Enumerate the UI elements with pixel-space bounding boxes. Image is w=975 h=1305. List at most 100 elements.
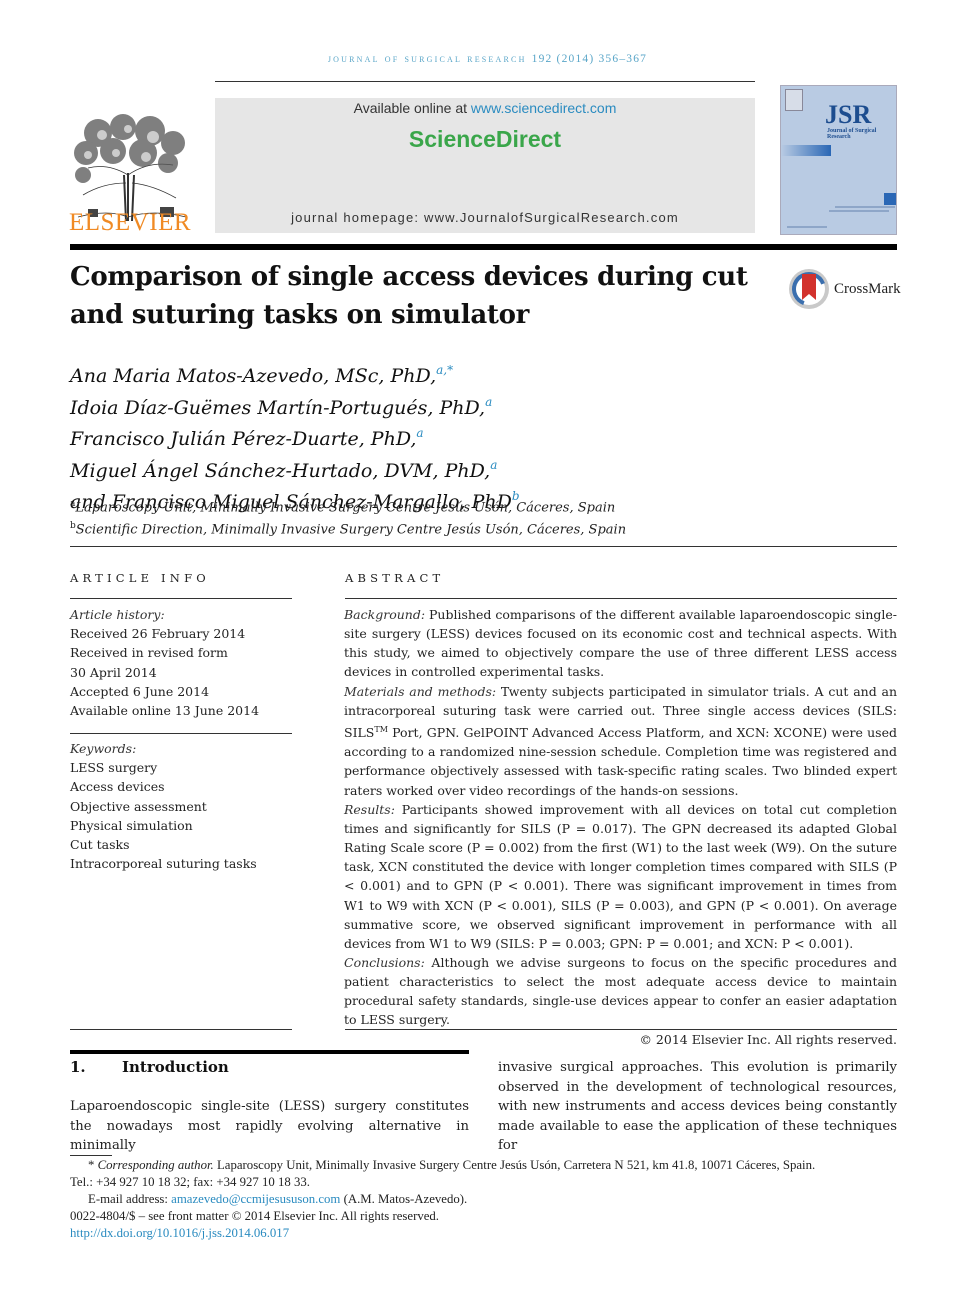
abstract-conclusions: Conclusions: Although we advise surgeons… bbox=[344, 953, 897, 1030]
keyword: Cut tasks bbox=[70, 837, 130, 853]
email-line: E-mail address: amazevedo@ccmijesususon.… bbox=[70, 1191, 900, 1208]
cover-journal-subtitle: Journal of Surgical Research bbox=[827, 128, 877, 140]
cover-fine-print bbox=[787, 226, 827, 228]
sciencedirect-link[interactable]: www.sciencedirect.com bbox=[471, 100, 617, 116]
author-affiliation-marker[interactable]: a bbox=[416, 426, 423, 440]
corresponding-author-note: * Corresponding author. Laparoscopy Unit… bbox=[70, 1157, 900, 1174]
cover-decoration-bar bbox=[781, 145, 831, 156]
abstract-section-text: Although we advise surgeons to focus on … bbox=[344, 954, 897, 1028]
keywords: Keywords: LESS surgery Access devices Ob… bbox=[70, 739, 292, 873]
crossmark-badge[interactable]: CrossMark bbox=[788, 268, 903, 312]
abstract-divider bbox=[345, 598, 897, 599]
abstract-body: Background: Published comparisons of the… bbox=[344, 605, 897, 1049]
introduction-text-right: invasive surgical approaches. This evolu… bbox=[498, 1060, 897, 1153]
email-link[interactable]: amazevedo@ccmijesususon.com bbox=[171, 1192, 340, 1206]
author-name: Miguel Ángel Sánchez-Hurtado, DVM, PhD, bbox=[70, 459, 491, 482]
history-item: Received in revised form bbox=[70, 645, 228, 661]
keyword: Intracorporeal suturing tasks bbox=[70, 856, 257, 872]
abstract-results: Results: Participants showed improvement… bbox=[344, 800, 897, 953]
running-header: JOURNAL OF SURGICAL RESEARCH 192 (2014) … bbox=[0, 53, 975, 65]
author-affiliation-marker[interactable]: a bbox=[490, 458, 497, 472]
footnote-rule bbox=[70, 1155, 112, 1156]
journal-citation: 192 (2014) 356–367 bbox=[531, 53, 648, 65]
author-list: Ana Maria Matos-Azevedo, MSc, PhD,a,* Id… bbox=[70, 358, 670, 516]
keyword: Physical simulation bbox=[70, 817, 193, 833]
corresponding-address: Laparoscopy Unit, Minimally Invasive Sur… bbox=[216, 1158, 816, 1172]
affiliation-text: Scientific Direction, Minimally Invasive… bbox=[75, 522, 627, 538]
journal-cover-thumbnail[interactable]: JSR Journal of Surgical Research bbox=[780, 85, 897, 235]
footnote-marker: * bbox=[88, 1158, 95, 1172]
journal-name: JOURNAL OF SURGICAL RESEARCH bbox=[327, 53, 527, 65]
keyword: LESS surgery bbox=[70, 760, 158, 776]
article-history-label: Article history: bbox=[70, 607, 165, 622]
front-matter: 0022-4804/$ – see front matter © 2014 El… bbox=[70, 1209, 440, 1223]
abstract-section-label: Results: bbox=[344, 801, 395, 817]
author: Ana Maria Matos-Azevedo, MSc, PhD,a,* bbox=[70, 358, 670, 390]
available-online-label: Available online at bbox=[353, 100, 467, 116]
cover-journal-abbrev: JSR bbox=[825, 100, 872, 129]
introduction-rule bbox=[70, 1050, 469, 1054]
affiliation: aLaparoscopy Unit, Minimally Invasive Su… bbox=[70, 495, 670, 517]
author: Francisco Julián Pérez-Duarte, PhD,a bbox=[70, 421, 670, 453]
section-title: Introduction bbox=[122, 1058, 229, 1076]
abstract-heading: ABSTRACT bbox=[345, 571, 445, 585]
history-item: 30 April 2014 bbox=[70, 664, 157, 680]
email-owner: (A.M. Matos-Azevedo). bbox=[343, 1192, 468, 1206]
cover-publisher-icon bbox=[785, 89, 803, 111]
introduction-heading: 1. Introduction bbox=[70, 1058, 469, 1076]
article-history: Article history: Received 26 February 20… bbox=[70, 605, 292, 720]
affiliation-text: Laparoscopy Unit, Minimally Invasive Sur… bbox=[75, 500, 616, 516]
article-info-divider bbox=[70, 1029, 292, 1030]
author: Idoia Díaz-Guëmes Martín-Portugués, PhD,… bbox=[70, 390, 670, 422]
author-affiliation-marker[interactable]: a bbox=[485, 395, 492, 409]
author-name: Ana Maria Matos-Azevedo, MSc, PhD, bbox=[70, 365, 437, 387]
header-thick-divider bbox=[70, 244, 897, 250]
abstract-section-label: Background: bbox=[344, 607, 426, 622]
history-item: Received 26 February 2014 bbox=[70, 626, 246, 642]
keywords-label: Keywords: bbox=[70, 741, 137, 756]
author-name: Idoia Díaz-Guëmes Martín-Portugués, PhD, bbox=[70, 396, 486, 419]
abstract-methods: Materials and methods: Twenty subjects p… bbox=[344, 682, 897, 800]
section-divider bbox=[70, 546, 897, 547]
abstract-section-text: Participants showed improvement with all… bbox=[344, 801, 897, 951]
header-divider bbox=[215, 81, 755, 82]
elsevier-wordmark: ELSEVIER bbox=[68, 209, 192, 236]
journal-homepage[interactable]: journal homepage: www.JournalofSurgicalR… bbox=[215, 210, 755, 225]
affiliation-list: aLaparoscopy Unit, Minimally Invasive Su… bbox=[70, 495, 670, 540]
keyword: Objective assessment bbox=[70, 798, 207, 814]
cover-fine-print bbox=[829, 210, 889, 212]
crossmark-label: CrossMark bbox=[834, 281, 901, 297]
email-label: E-mail address: bbox=[88, 1192, 168, 1206]
history-item: Accepted 6 June 2014 bbox=[70, 683, 210, 699]
article-info-divider bbox=[70, 733, 292, 734]
article-info-divider bbox=[70, 598, 292, 599]
sciencedirect-banner: Available online at www.sciencedirect.co… bbox=[215, 98, 755, 233]
author-name: Francisco Julián Pérez-Duarte, PhD, bbox=[70, 428, 417, 450]
article-title: Comparison of single access devices duri… bbox=[70, 262, 748, 330]
abstract-background: Background: Published comparisons of the… bbox=[344, 605, 897, 682]
abstract-copyright: © 2014 Elsevier Inc. All rights reserved… bbox=[639, 1031, 897, 1047]
abstract-section-text: Published comparisons of the different a… bbox=[344, 607, 897, 680]
contact-phone: Tel.: +34 927 10 18 32; fax: +34 927 10 … bbox=[70, 1175, 310, 1189]
keyword: Access devices bbox=[70, 779, 165, 795]
abstract-section-label: Materials and methods: bbox=[344, 683, 497, 699]
author: Miguel Ángel Sánchez-Hurtado, DVM, PhD,a bbox=[70, 453, 670, 485]
crossmark-icon bbox=[789, 269, 829, 309]
sciencedirect-logo: ScienceDirect bbox=[408, 126, 562, 152]
affiliation: bScientific Direction, Minimally Invasiv… bbox=[70, 517, 670, 539]
corresponding-label: Corresponding author. bbox=[97, 1158, 214, 1172]
doi-link[interactable]: http://dx.doi.org/10.1016/j.jss.2014.06.… bbox=[70, 1226, 289, 1240]
abstract-section-text: Port, GPN. GelPOINT Advanced Access Plat… bbox=[344, 725, 897, 798]
introduction-text-left: Laparoendoscopic single-site (LESS) surg… bbox=[70, 1099, 469, 1153]
available-online-line: Available online at www.sciencedirect.co… bbox=[215, 100, 755, 116]
trademark-mark: TM bbox=[374, 724, 388, 734]
article-info-heading: ARTICLE INFO bbox=[70, 571, 210, 585]
history-item: Available online 13 June 2014 bbox=[70, 703, 260, 719]
cover-decoration-block bbox=[884, 193, 896, 205]
author-affiliation-marker[interactable]: a,* bbox=[436, 363, 453, 377]
abstract-divider bbox=[345, 1029, 897, 1030]
footnotes: * Corresponding author. Laparoscopy Unit… bbox=[70, 1157, 900, 1242]
abstract-section-label: Conclusions: bbox=[344, 954, 425, 970]
section-number: 1. bbox=[70, 1058, 86, 1076]
cover-fine-print bbox=[835, 206, 895, 208]
